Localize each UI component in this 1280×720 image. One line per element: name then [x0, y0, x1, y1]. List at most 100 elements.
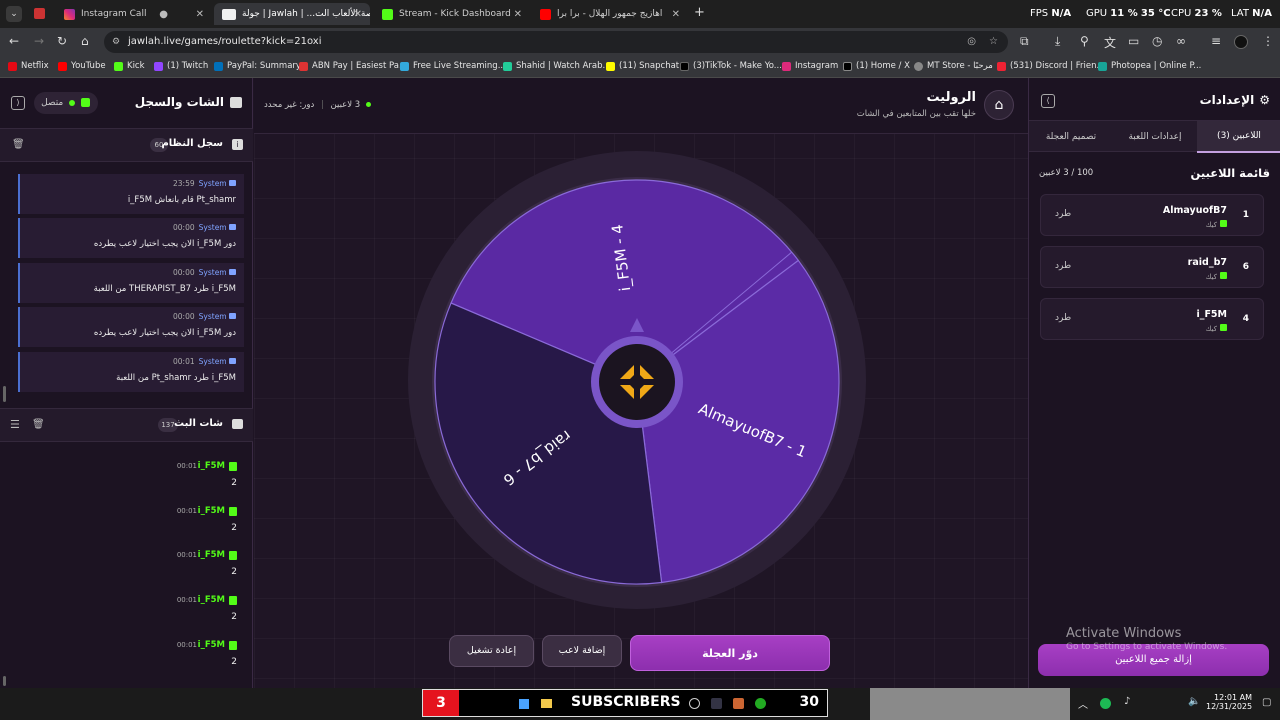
tab-youtube[interactable]: اهازيج جمهور الهلال - برا برا ✕ — [532, 3, 688, 25]
close-icon[interactable]: ✕ — [196, 9, 204, 20]
tab-game-settings[interactable]: إعدادات اللعبة — [1113, 121, 1197, 153]
site-info-icon[interactable]: ⚙ — [112, 31, 120, 53]
back-icon[interactable]: ← — [9, 34, 19, 48]
collapse-panel-icon[interactable]: ⟨ — [1041, 94, 1055, 108]
tab-wheel-design[interactable]: تصميم العجلة — [1029, 121, 1113, 153]
extension-icon[interactable]: ⚲ — [1080, 34, 1089, 48]
trash-icon[interactable]: 🗑 — [32, 419, 45, 430]
obs-icon[interactable] — [689, 698, 700, 709]
player-name: i_F5M — [1196, 309, 1227, 320]
spin-wheel-button[interactable]: دوّر العجلة — [630, 635, 830, 671]
speaker-icon[interactable]: 🔈 — [1188, 696, 1200, 707]
system-message: 00:00 System دور i_F5M الان يجب اختيار لا… — [18, 218, 244, 258]
player-card: 4 i_F5M كيك طرد — [1040, 298, 1264, 340]
close-icon[interactable]: ✕ — [354, 9, 362, 20]
chat-username: i_F5M — [197, 550, 225, 560]
bot-icon — [229, 269, 236, 275]
tab-kick-dashboard[interactable]: Stream - Kick Dashboard ✕ — [374, 3, 530, 25]
app-icon[interactable] — [733, 698, 744, 709]
twitch-icon — [154, 61, 163, 71]
bookmark-discord[interactable]: (531) Discord | Frien... — [997, 61, 1105, 71]
kick-player-button[interactable]: طرد — [1055, 209, 1071, 219]
tab-label: منصة الألعاب الت... | Jawlah | جولة — [242, 9, 370, 19]
link-icon[interactable]: ∞ — [1176, 34, 1186, 48]
subscriber-widget-text: SUBSCRIBERS — [571, 694, 681, 710]
tab-instagram[interactable]: Instagram Call ● ✕ — [56, 3, 212, 25]
bookmark-shahid[interactable]: Shahid | Watch Arab... — [503, 61, 611, 71]
microphone-icon[interactable]: ♪ — [1124, 696, 1130, 707]
bookmark-youtube[interactable]: YouTube — [58, 61, 106, 71]
home-button[interactable]: ⌂ — [984, 90, 1014, 120]
kick-player-button[interactable]: طرد — [1055, 313, 1071, 323]
status-text: متصل — [41, 98, 64, 108]
bookmark-paypal[interactable]: PayPal: Summary — [214, 61, 301, 71]
chat-time: 00:01 — [176, 596, 197, 604]
menu-icon[interactable]: ⋮ — [1262, 34, 1274, 48]
perf-gpu: GPU 11 % 35 °C — [1086, 8, 1171, 19]
bookmark-twitch[interactable]: (1) Twitch — [154, 61, 208, 71]
profile-avatar[interactable] — [1234, 35, 1248, 49]
player-platform: كيك — [1206, 220, 1227, 229]
bookmark-abnpay[interactable]: ABN Pay | Easiest Pa... — [299, 61, 407, 71]
tray-area — [870, 688, 1070, 720]
trash-icon[interactable]: 🗑 — [12, 139, 25, 150]
add-player-button[interactable]: إضافة لاعب — [542, 635, 622, 667]
kick-player-button[interactable]: طرد — [1055, 261, 1071, 271]
turn-text: دور: غير محدد — [264, 100, 315, 110]
roulette-area: ⌂ الروليت خلها تقب بين المتابعين في الشا… — [254, 78, 1028, 688]
chat-username: i_F5M — [197, 506, 225, 516]
forward-icon[interactable]: → — [34, 34, 44, 48]
close-icon[interactable]: ✕ — [672, 9, 680, 20]
notifications-icon[interactable]: ▢ — [1262, 697, 1271, 708]
settings-title: ⚙الإعدادات — [1199, 93, 1270, 107]
bookmark-photopea[interactable]: Photopea | Online P... — [1098, 61, 1201, 71]
player-name: raid_b7 — [1187, 257, 1227, 268]
xbox-icon[interactable] — [755, 698, 766, 709]
tab-list-button[interactable]: ⌄ — [6, 6, 22, 22]
restart-button[interactable]: إعادة تشغيل — [449, 635, 534, 667]
globe-icon — [914, 61, 923, 71]
collapse-panel-icon[interactable]: ⟩ — [11, 96, 25, 110]
panel-title: الشات والسجل — [135, 95, 242, 109]
kick-icon — [1220, 324, 1227, 331]
bookmark-netflix[interactable]: Netflix — [8, 61, 49, 71]
file-explorer-icon[interactable] — [541, 699, 552, 708]
extensions-icon[interactable]: ⧉ — [1020, 34, 1029, 49]
reload-icon[interactable]: ↻ — [57, 34, 67, 48]
chevron-up-icon[interactable]: ︿ — [1078, 696, 1088, 711]
address-bar[interactable]: ⚙ jawlah.live/games/roulette?kick=21oxi … — [104, 31, 1008, 53]
translate-icon[interactable]: 文 — [1104, 34, 1116, 51]
spotify-icon[interactable] — [1100, 698, 1111, 709]
wallet-icon[interactable]: ▭ — [1128, 34, 1139, 48]
roulette-wheel[interactable]: i_F5M - 4AlmayuofB7 - 1raid_b7 - 6 — [407, 140, 867, 615]
scrollbar[interactable] — [3, 386, 6, 402]
home-icon[interactable]: ⌂ — [81, 34, 89, 48]
instagram-icon — [782, 61, 791, 71]
bookmark-livestreaming[interactable]: Free Live Streaming... — [400, 61, 506, 71]
queue-icon[interactable]: ≡ — [1211, 34, 1221, 48]
info-icon: i — [232, 139, 243, 150]
players-count: 3 لاعبين — [330, 100, 361, 110]
tab-players[interactable]: اللاعبين (3) — [1197, 121, 1280, 153]
download-icon[interactable]: ⤓ — [1055, 34, 1060, 49]
bookmark-x[interactable]: (1) Home / X — [843, 61, 910, 71]
bookmark-mtstore[interactable]: MT Store - مرحبًا — [914, 61, 993, 71]
new-tab-button[interactable]: + — [694, 5, 705, 20]
bookmark-instagram[interactable]: Instagram — [782, 61, 838, 71]
stream-message: i_F5M 00:01 2 — [0, 592, 253, 636]
close-icon[interactable]: ● — [159, 9, 168, 20]
align-icon[interactable]: ☰ — [10, 418, 20, 431]
app-icon[interactable] — [711, 698, 722, 709]
eye-off-icon[interactable]: ◎ — [967, 31, 976, 53]
bookmark-star-icon[interactable]: ☆ — [989, 31, 998, 53]
bookmark-snapchat[interactable]: (11) Snapchat — [606, 61, 679, 71]
scrollbar[interactable] — [3, 676, 6, 686]
bookmark-kick[interactable]: Kick — [114, 61, 145, 71]
taskbar-clock[interactable]: 12:01 AM 12/31/2025 — [1206, 693, 1252, 711]
windows-start-icon[interactable] — [519, 699, 529, 709]
tab-jawlah[interactable]: منصة الألعاب الت... | Jawlah | جولة ✕ — [214, 3, 370, 25]
close-icon[interactable]: ✕ — [514, 9, 522, 20]
pinned-tab[interactable] — [34, 8, 45, 19]
history-icon[interactable]: ◷ — [1152, 34, 1162, 48]
bookmark-tiktok[interactable]: (3)TikTok - Make Yo... — [680, 61, 782, 71]
